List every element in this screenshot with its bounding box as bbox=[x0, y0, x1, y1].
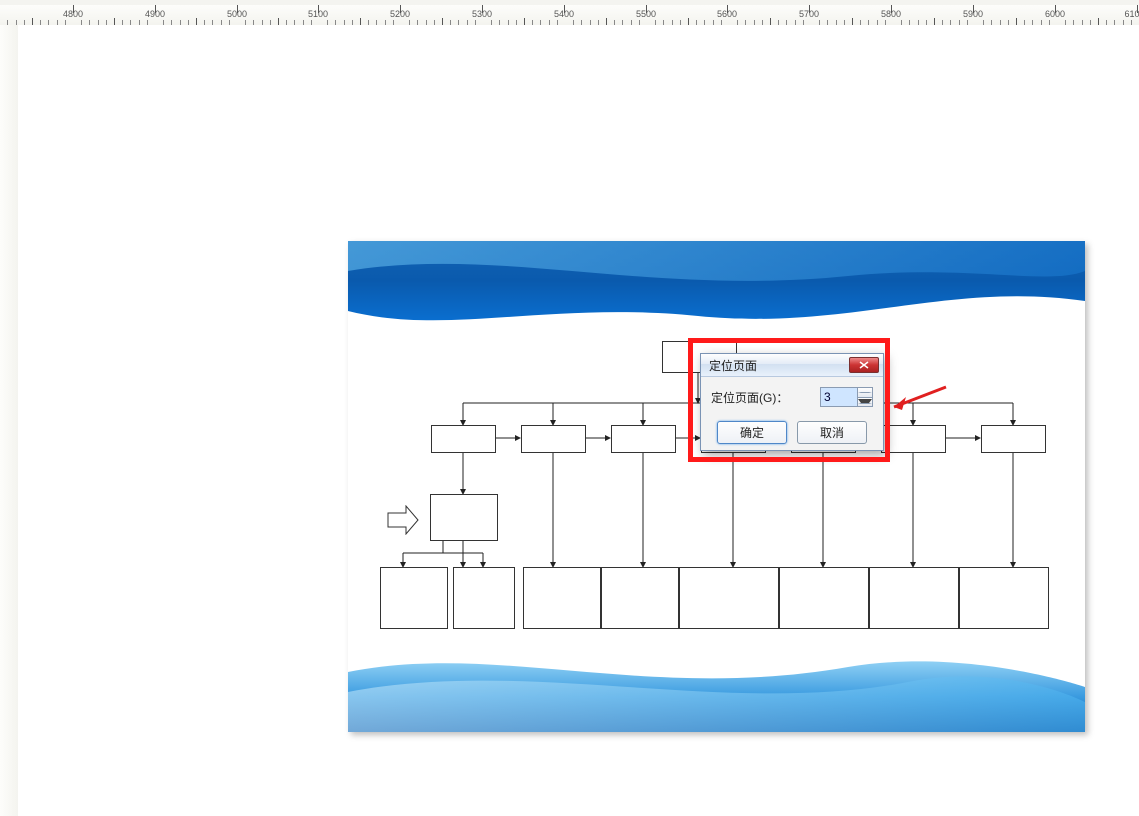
flow-bottom-box[interactable] bbox=[869, 567, 959, 629]
flow-bottom-box[interactable] bbox=[601, 567, 679, 629]
flow-box[interactable] bbox=[431, 425, 496, 453]
ruler-label: 4900 bbox=[145, 9, 165, 19]
document-page[interactable]: 定位页面 定位页面(G)： 确定 bbox=[348, 241, 1085, 732]
ruler-label: 5200 bbox=[390, 9, 410, 19]
ruler-label: 5600 bbox=[717, 9, 737, 19]
page-number-input[interactable] bbox=[821, 388, 857, 406]
canvas-area[interactable]: 定位页面 定位页面(G)： 确定 bbox=[18, 25, 1139, 816]
decorative-bottom-band bbox=[348, 632, 1085, 732]
flow-bottom-box[interactable] bbox=[380, 567, 448, 629]
flow-offset-box[interactable] bbox=[430, 494, 498, 541]
ruler-label: 5800 bbox=[881, 9, 901, 19]
flow-bottom-box[interactable] bbox=[679, 567, 779, 629]
spinner-up-button[interactable] bbox=[858, 388, 872, 398]
flow-box[interactable] bbox=[521, 425, 586, 453]
ruler-label: 5000 bbox=[227, 9, 247, 19]
dialog-close-button[interactable] bbox=[849, 357, 879, 373]
flow-box[interactable] bbox=[881, 425, 946, 453]
ruler-label: 6000 bbox=[1045, 9, 1065, 19]
close-icon bbox=[859, 361, 869, 369]
right-arrow-icon bbox=[386, 505, 420, 540]
dialog-title: 定位页面 bbox=[709, 357, 849, 374]
ruler-label: 5900 bbox=[963, 9, 983, 19]
vertical-ruler[interactable] bbox=[0, 25, 19, 816]
horizontal-ruler[interactable]: 4800 4900 5000 5100 5200 5300 5400 5500 5600 5700… bbox=[0, 5, 1139, 26]
chevron-down-icon bbox=[858, 399, 872, 404]
ruler-label: 5400 bbox=[554, 9, 574, 19]
dialog-titlebar[interactable]: 定位页面 bbox=[701, 354, 883, 377]
ok-button[interactable]: 确定 bbox=[717, 421, 787, 444]
goto-page-label: 定位页面(G)： bbox=[711, 389, 814, 406]
flow-box[interactable] bbox=[981, 425, 1046, 453]
spinner-down-button[interactable] bbox=[858, 398, 872, 407]
chevron-up-icon bbox=[858, 392, 872, 393]
cancel-button[interactable]: 取消 bbox=[797, 421, 867, 444]
ruler-label: 5100 bbox=[308, 9, 328, 19]
flow-bottom-box[interactable] bbox=[779, 567, 869, 629]
goto-page-dialog: 定位页面 定位页面(G)： 确定 bbox=[700, 353, 884, 451]
ruler-label: 5700 bbox=[799, 9, 819, 19]
ruler-label: 610 bbox=[1124, 9, 1139, 19]
decorative-top-band bbox=[348, 241, 1085, 346]
annotation-arrow bbox=[888, 383, 948, 418]
page-number-spinner[interactable] bbox=[820, 387, 873, 407]
flow-bottom-box[interactable] bbox=[453, 567, 515, 629]
flow-bottom-box[interactable] bbox=[959, 567, 1049, 629]
flow-bottom-box[interactable] bbox=[523, 567, 601, 629]
ruler-label: 4800 bbox=[63, 9, 83, 19]
ruler-label: 5300 bbox=[472, 9, 492, 19]
ruler-label: 5500 bbox=[636, 9, 656, 19]
flow-box[interactable] bbox=[611, 425, 676, 453]
